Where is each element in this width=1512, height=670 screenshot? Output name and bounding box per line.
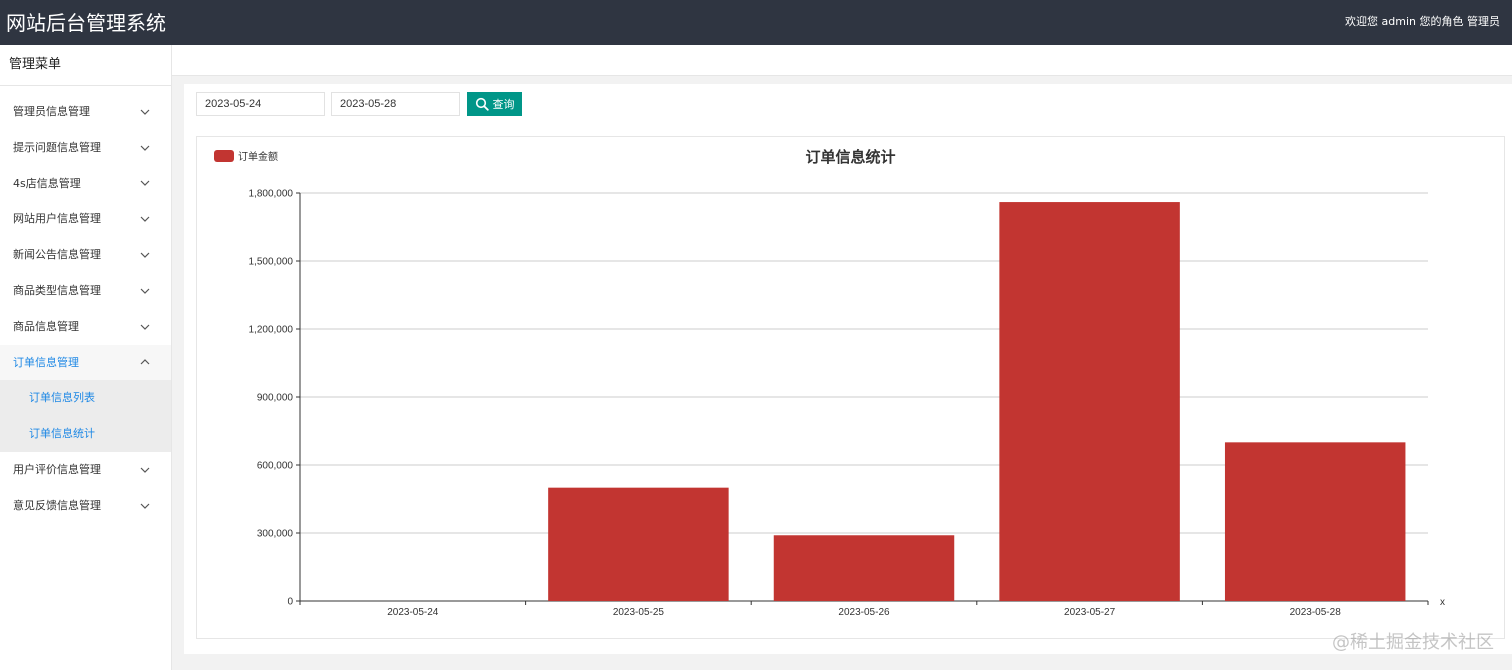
bar-chart: 0 300,000 600,000 900,000 1,200,000 1,500,000…: [249, 189, 1446, 619]
sidebar-item-hint-question[interactable]: 提示问题信息管理: [0, 130, 171, 166]
x-tick-label: 2023-05-24: [387, 607, 439, 618]
y-tick-label: 0: [287, 597, 293, 608]
sidebar-menu: 管理员信息管理 提示问题信息管理 4s店信息管理 网站用户信息管理 新闻公告信息…: [0, 94, 171, 524]
sidebar-item-label: 提示问题信息管理: [13, 140, 101, 154]
sidebar-item-label: 新闻公告信息管理: [13, 248, 101, 262]
sidebar-subitem-order-list[interactable]: 订单信息列表: [0, 380, 171, 416]
search-icon: [475, 97, 489, 111]
chevron-down-icon: [139, 94, 151, 130]
y-tick-label: 300,000: [257, 529, 294, 540]
x-tick-label: 2023-05-26: [838, 607, 890, 618]
sidebar-item-product-type[interactable]: 商品类型信息管理: [0, 273, 171, 309]
search-button[interactable]: 查询: [467, 92, 522, 116]
chevron-down-icon: [139, 130, 151, 166]
watermark: @稀土掘金技术社区: [1332, 632, 1494, 653]
app-title: 网站后台管理系统: [6, 11, 166, 35]
sidebar-item-product[interactable]: 商品信息管理: [0, 309, 171, 345]
end-date-input[interactable]: [331, 92, 460, 116]
chevron-down-icon: [139, 488, 151, 524]
y-tick-label: 900,000: [257, 393, 294, 404]
start-date-input[interactable]: [196, 92, 325, 116]
sidebar-item-label: 订单信息管理: [13, 355, 79, 369]
top-tab-bar: [172, 45, 1512, 76]
x-tick-label: 2023-05-27: [1064, 607, 1116, 618]
sidebar-item-label: 4s店信息管理: [13, 176, 81, 190]
chart-title: 订单信息统计: [805, 148, 896, 166]
bar: [773, 535, 955, 601]
chevron-up-icon: [139, 345, 151, 381]
chevron-down-icon: [139, 309, 151, 345]
sidebar-item-label: 商品类型信息管理: [13, 283, 101, 297]
sidebar-item-label: 管理员信息管理: [13, 105, 90, 118]
sidebar-item-user-reviews[interactable]: 用户评价信息管理: [0, 452, 171, 488]
sidebar-item-label: 网站用户信息管理: [13, 212, 101, 226]
search-button-label: 查询: [492, 98, 515, 111]
sidebar-item-4s-store[interactable]: 4s店信息管理: [0, 166, 171, 202]
sidebar-item-admin[interactable]: 管理员信息管理: [0, 94, 171, 130]
y-tick-label: 600,000: [257, 461, 294, 472]
x-axis-label: x: [1440, 597, 1445, 608]
orders-submenu: 订单信息列表 订单信息统计: [0, 380, 171, 452]
top-header: 网站后台管理系统 欢迎您 admin 您的角色 管理员: [0, 0, 1512, 45]
sidebar-item-label: 商品信息管理: [13, 319, 79, 333]
y-tick-label: 1,500,000: [249, 257, 294, 268]
x-tick-label: 2023-05-28: [1290, 607, 1342, 618]
sidebar-item-orders[interactable]: 订单信息管理: [0, 344, 171, 381]
sidebar-item-news[interactable]: 新闻公告信息管理: [0, 237, 171, 273]
main-content: 查询 0 300,000 600,000 900,000 1,200,000 1,500,…: [184, 84, 1512, 654]
bar: [1224, 442, 1406, 601]
order-stats-chart: 0 300,000 600,000 900,000 1,200,000 1,500,000…: [196, 136, 1505, 639]
sidebar-subitem-order-stats[interactable]: 订单信息统计: [0, 416, 171, 452]
chevron-down-icon: [139, 273, 151, 309]
y-tick-label: 1,800,000: [249, 189, 294, 200]
bar: [999, 202, 1180, 602]
x-tick-label: 2023-05-25: [613, 607, 665, 618]
chevron-down-icon: [139, 166, 151, 202]
bar: [548, 487, 729, 601]
sidebar-item-feedback[interactable]: 意见反馈信息管理: [0, 488, 171, 524]
chevron-down-icon: [139, 201, 151, 237]
sidebar-item-label: 意见反馈信息管理: [13, 498, 101, 512]
sidebar-item-label: 用户评价信息管理: [13, 462, 101, 476]
sidebar-item-site-users[interactable]: 网站用户信息管理: [0, 201, 171, 237]
chevron-down-icon: [139, 237, 151, 273]
sidebar: 管理菜单 管理员信息管理 提示问题信息管理 4s店信息管理 网站用户信息管理 新…: [0, 45, 172, 670]
chevron-down-icon: [139, 452, 151, 488]
menu-title: 管理菜单: [0, 45, 171, 86]
y-tick-label: 1,200,000: [249, 325, 294, 336]
welcome-text: 欢迎您 admin 您的角色 管理员: [1345, 15, 1500, 28]
